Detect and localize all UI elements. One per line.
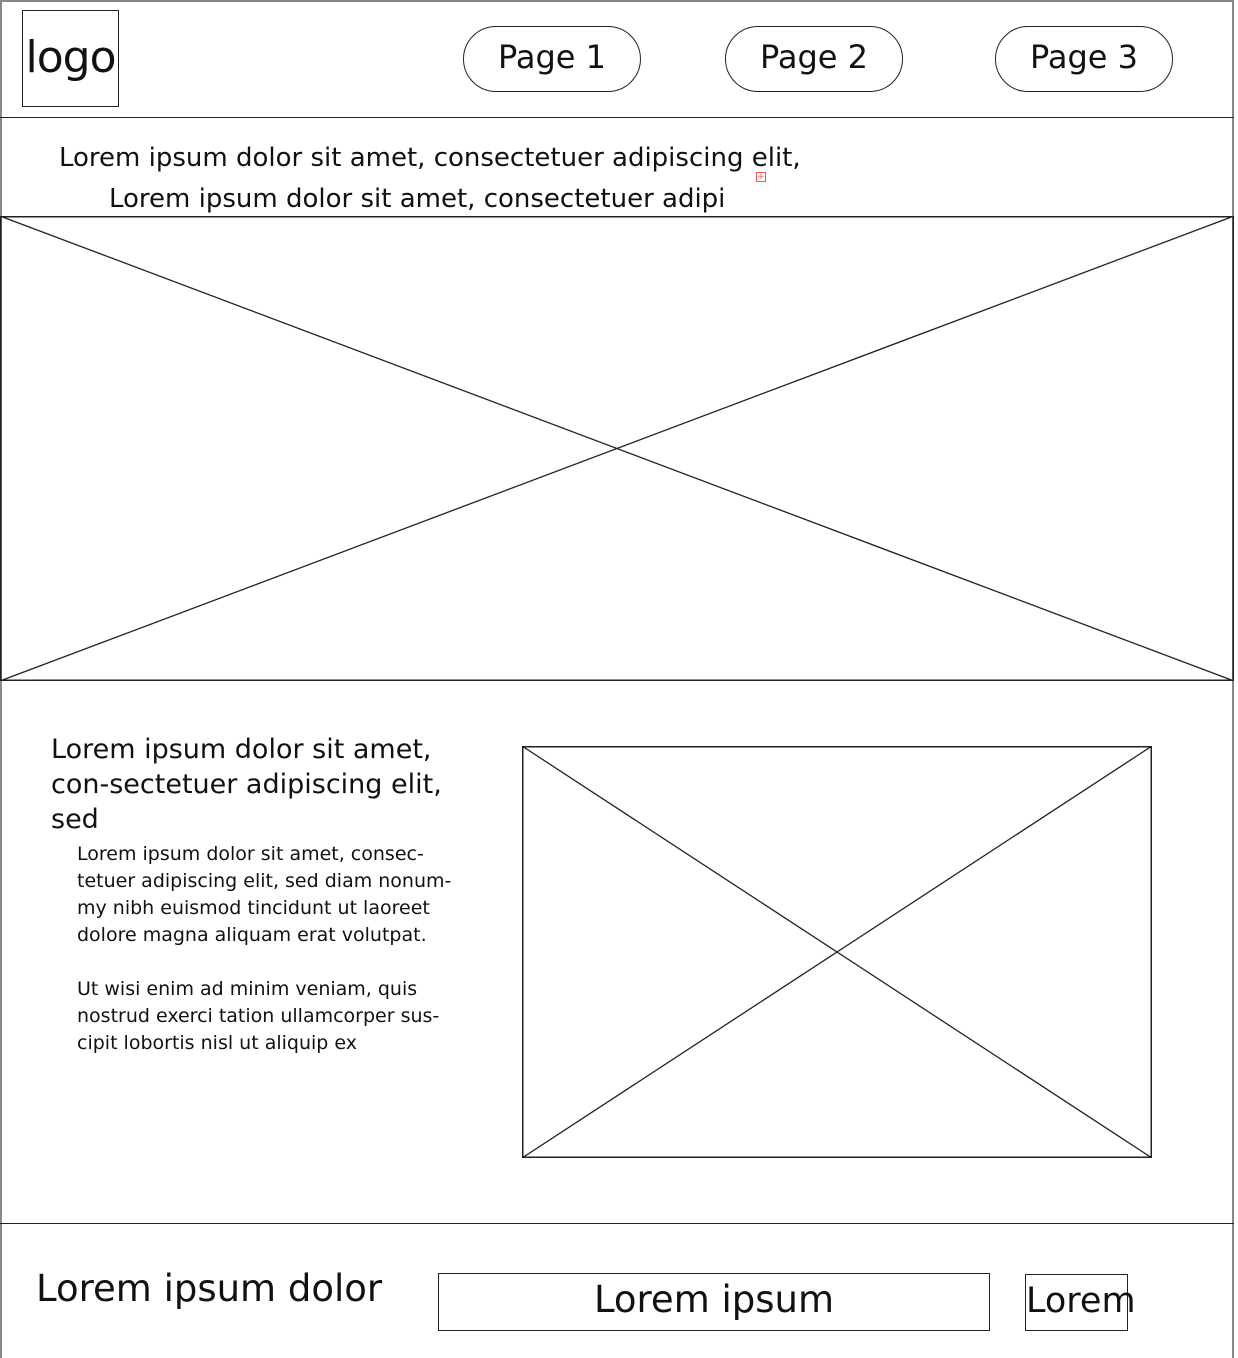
intro-line-2: Lorem ipsum dolor sit amet, consectetuer…: [109, 184, 726, 214]
footer-divider: [0, 1223, 1234, 1224]
body-paragraph-2: Ut wisi enim ad minim veniam, quis nostr…: [77, 978, 440, 1054]
footer-input-field[interactable]: Lorem ipsum: [438, 1273, 990, 1331]
footer-text: Lorem ipsum dolor: [36, 1267, 383, 1310]
content-image-placeholder: [522, 746, 1152, 1158]
nav-button-page-1[interactable]: Page 1: [463, 26, 641, 92]
section-heading: Lorem ipsum dolor sit amet, con-sectetue…: [51, 734, 442, 835]
overflow-marker-icon: +: [756, 172, 766, 182]
footer-submit-button[interactable]: Lorem: [1025, 1274, 1136, 1331]
nav-button-page-2[interactable]: Page 2: [725, 26, 903, 92]
header-divider: [0, 117, 1234, 118]
body-paragraph-1: Lorem ipsum dolor sit amet, consec-tetue…: [77, 843, 452, 946]
hero-image-placeholder: [0, 216, 1234, 681]
nav-button-page-3[interactable]: Page 3: [995, 26, 1173, 92]
logo[interactable]: logo: [22, 10, 119, 107]
intro-line-1: Lorem ipsum dolor sit amet, consectetuer…: [59, 143, 801, 173]
